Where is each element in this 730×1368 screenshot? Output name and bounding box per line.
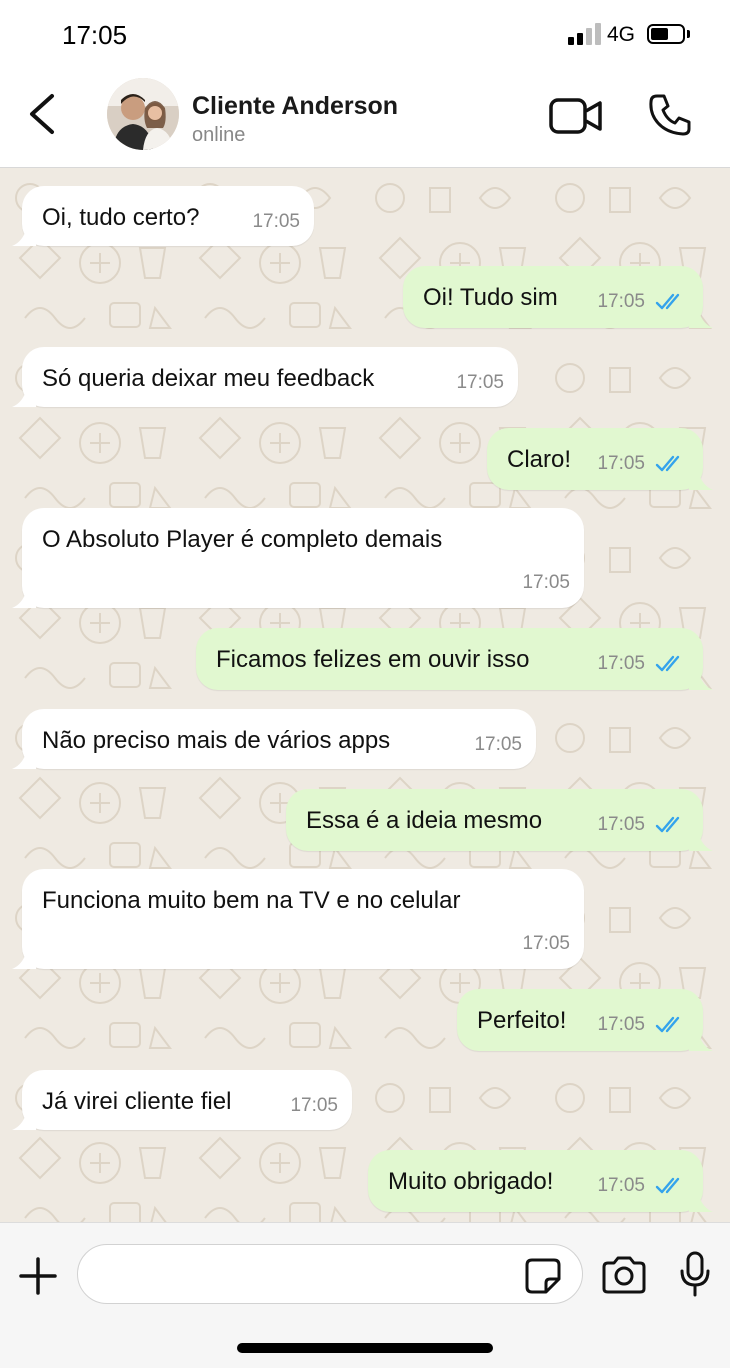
outgoing-message[interactable]: Perfeito! 17:05 <box>457 989 713 1051</box>
message-text: Não preciso mais de vários apps <box>42 727 391 754</box>
voice-call-button[interactable] <box>647 92 693 138</box>
battery-icon <box>647 24 685 44</box>
voice-message-button[interactable] <box>678 1251 712 1297</box>
bubble-tail <box>12 588 36 608</box>
message-timestamp: 17:05 <box>597 291 645 312</box>
chevron-left-icon <box>30 94 54 134</box>
incoming-message[interactable]: Oi, tudo certo? 17:05 <box>12 186 314 246</box>
back-button[interactable] <box>22 90 62 138</box>
bubble-tail <box>689 470 713 490</box>
status-time: 17:05 <box>62 20 128 50</box>
message-text: Ficamos felizes em ouvir isso <box>216 646 530 673</box>
bubble-tail <box>12 949 36 969</box>
camera-button[interactable] <box>600 1255 648 1295</box>
outgoing-message[interactable]: Oi! Tudo sim 17:05 <box>403 266 713 328</box>
message-timestamp: 17:05 <box>597 814 645 835</box>
chat-screen: 17:05 4G Cliente Anderson online Oi, tud… <box>0 0 730 1368</box>
bubble-tail <box>689 670 713 690</box>
incoming-message[interactable]: Já virei cliente fiel 17:05 <box>12 1070 352 1130</box>
video-camera-icon <box>549 98 602 134</box>
outgoing-message[interactable]: Essa é a ideia mesmo 17:05 <box>286 789 713 851</box>
message-text: Essa é a ideia mesmo <box>306 807 543 834</box>
incoming-message[interactable]: Não preciso mais de vários apps 17:05 <box>12 709 536 769</box>
message-timestamp: 17:05 <box>597 1175 645 1196</box>
message-text: Oi, tudo certo? <box>42 204 200 231</box>
message-text: Claro! <box>507 446 572 473</box>
message-timestamp: 17:05 <box>290 1095 338 1116</box>
bubble-tail <box>689 308 713 328</box>
composer-bar <box>0 1222 730 1368</box>
camera-icon <box>602 1256 646 1294</box>
outgoing-message[interactable]: Ficamos felizes em ouvir isso 17:05 <box>196 628 713 690</box>
plus-icon <box>19 1257 57 1295</box>
battery-level <box>651 28 668 40</box>
message-text: Oi! Tudo sim <box>423 284 558 311</box>
message-timestamp: 17:05 <box>597 1014 645 1035</box>
sticker-icon <box>525 1258 561 1294</box>
chat-header: Cliente Anderson online <box>0 70 730 168</box>
bubble-tail <box>12 387 36 407</box>
message-timestamp: 17:05 <box>456 372 504 393</box>
read-receipt-icon <box>655 455 680 472</box>
outgoing-message[interactable]: Claro! 17:05 <box>487 428 713 490</box>
incoming-message[interactable]: Funciona muito bem na TV e no celular 17:… <box>12 869 584 969</box>
microphone-icon <box>680 1251 710 1297</box>
message-text: Só queria deixar meu feedback <box>42 365 375 392</box>
home-indicator <box>237 1343 493 1353</box>
message-input[interactable] <box>77 1244 583 1304</box>
message-timestamp: 17:05 <box>474 734 522 755</box>
contact-avatar[interactable] <box>107 78 179 150</box>
bubble-tail <box>689 831 713 851</box>
message-list[interactable]: Oi, tudo certo? 17:05 Oi! Tudo sim 17:05 Só … <box>0 168 730 1222</box>
avatar-photo <box>107 78 179 150</box>
bubble-tail <box>689 1192 713 1212</box>
incoming-message[interactable]: O Absoluto Player é completo demais 17:05 <box>12 508 584 608</box>
read-receipt-icon <box>655 293 680 310</box>
bubble-tail <box>12 226 36 246</box>
message-text: Funciona muito bem na TV e no celular <box>42 887 461 914</box>
network-type: 4G <box>607 23 636 46</box>
battery-tip <box>687 30 690 38</box>
outgoing-message[interactable]: Muito obrigado! 17:05 <box>368 1150 713 1212</box>
signal-strength-icon <box>568 23 602 45</box>
contact-status: online <box>192 124 246 146</box>
sticker-button[interactable] <box>524 1257 562 1295</box>
message-text: Já virei cliente fiel <box>42 1088 232 1115</box>
phone-icon <box>649 94 691 136</box>
contact-name[interactable]: Cliente Anderson <box>192 92 398 121</box>
incoming-message[interactable]: Só queria deixar meu feedback 17:05 <box>12 347 518 407</box>
read-receipt-icon <box>655 1016 680 1033</box>
attach-button[interactable] <box>18 1256 58 1296</box>
message-timestamp: 17:05 <box>522 572 570 593</box>
message-text: O Absoluto Player é completo demais <box>42 526 443 553</box>
read-receipt-icon <box>655 655 680 672</box>
read-receipt-icon <box>655 816 680 833</box>
message-timestamp: 17:05 <box>597 453 645 474</box>
bubble-tail <box>12 1110 36 1130</box>
bubble-tail <box>12 749 36 769</box>
message-timestamp: 17:05 <box>597 653 645 674</box>
message-text: Muito obrigado! <box>388 1168 554 1195</box>
message-timestamp: 17:05 <box>252 211 300 232</box>
status-bar: 17:05 4G <box>0 0 730 70</box>
video-call-button[interactable] <box>548 96 604 136</box>
bubble-tail <box>689 1031 713 1051</box>
message-text: Perfeito! <box>477 1007 567 1034</box>
read-receipt-icon <box>655 1177 680 1194</box>
message-timestamp: 17:05 <box>522 933 570 954</box>
